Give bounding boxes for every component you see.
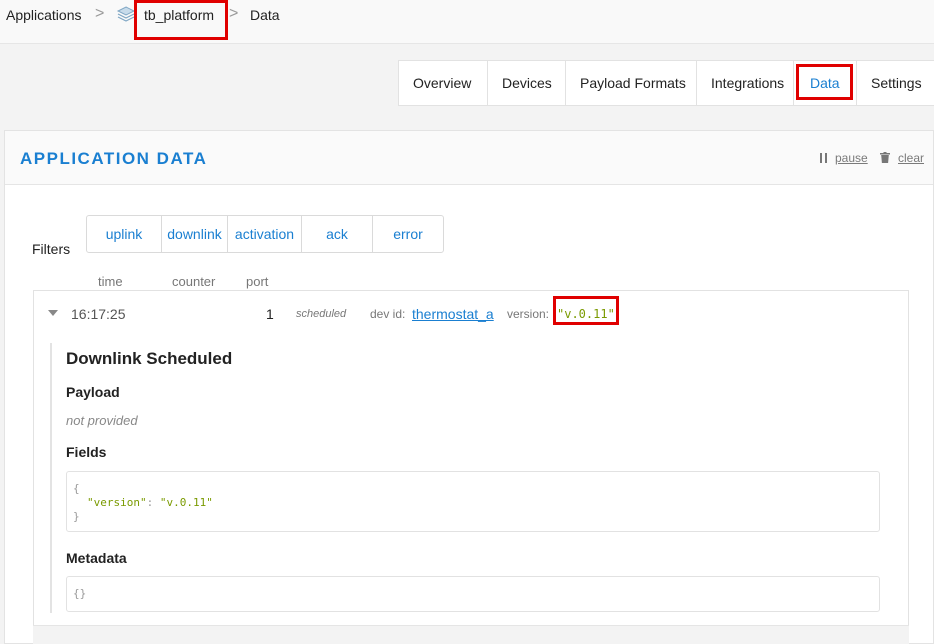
- tab-settings[interactable]: Settings: [857, 61, 934, 105]
- clear-button[interactable]: clear: [898, 151, 924, 165]
- breadcrumb-app-id[interactable]: tb_platform: [144, 7, 214, 23]
- app-tabs: Overview Devices Payload Formats Integra…: [398, 60, 934, 106]
- panel-header: APPLICATION DATA pause clear: [5, 131, 933, 185]
- panel-title: APPLICATION DATA: [20, 149, 208, 168]
- breadcrumb-current: Data: [250, 7, 280, 23]
- filter-ack[interactable]: ack: [302, 216, 373, 252]
- column-port: port: [246, 274, 269, 289]
- entry-time: 16:17:25: [71, 306, 126, 322]
- breadcrumb: Applications > tb_platform > Data: [0, 0, 934, 44]
- column-time: time: [98, 274, 123, 289]
- pause-button[interactable]: pause: [835, 151, 868, 165]
- payload-value: not provided: [66, 413, 138, 428]
- stack-icon: [116, 6, 136, 22]
- payload-heading: Payload: [66, 384, 120, 400]
- entry-port: 1: [266, 306, 274, 322]
- json-colon: :: [146, 496, 154, 509]
- tab-devices[interactable]: Devices: [488, 61, 566, 105]
- json-close-brace: }: [73, 510, 80, 523]
- fields-heading: Fields: [66, 444, 107, 460]
- filter-group: uplink downlink activation ack error: [86, 215, 444, 253]
- filters-label: Filters: [32, 241, 71, 257]
- tab-payload-formats[interactable]: Payload Formats: [566, 61, 697, 105]
- json-key: "version": [87, 496, 147, 509]
- chevron-right-icon: >: [229, 5, 239, 22]
- tab-overview[interactable]: Overview: [399, 61, 488, 105]
- data-entry: 16:17:25 1 scheduled dev id: thermostat_…: [33, 290, 909, 644]
- caret-down-icon[interactable]: [48, 310, 58, 316]
- chevron-right-icon: >: [95, 5, 105, 22]
- entry-detail: Downlink Scheduled Payload not provided …: [50, 343, 890, 613]
- pause-icon[interactable]: [820, 153, 828, 163]
- filter-downlink[interactable]: downlink: [162, 216, 228, 252]
- json-value: "v.0.11": [159, 496, 213, 509]
- version-value: "v.0.11": [557, 307, 615, 321]
- fields-json: { "version": "v.0.11" }: [66, 471, 880, 532]
- dev-id-label: dev id:: [370, 307, 406, 321]
- tab-data[interactable]: Data: [794, 61, 857, 105]
- tab-integrations[interactable]: Integrations: [697, 61, 794, 105]
- breadcrumb-applications[interactable]: Applications: [6, 7, 82, 23]
- filter-activation[interactable]: activation: [228, 216, 302, 252]
- metadata-json: {}: [66, 576, 880, 612]
- entry-type: scheduled: [296, 308, 347, 320]
- version-label: version:: [507, 307, 550, 321]
- trash-icon[interactable]: [880, 152, 890, 163]
- entry-footer: [33, 625, 909, 644]
- application-data-panel: APPLICATION DATA pause clear Filters upl…: [4, 130, 934, 644]
- filter-uplink[interactable]: uplink: [87, 216, 162, 252]
- detail-title: Downlink Scheduled: [66, 349, 233, 368]
- filter-error[interactable]: error: [373, 216, 443, 252]
- metadata-heading: Metadata: [66, 550, 127, 566]
- dev-id-link[interactable]: thermostat_a: [412, 306, 494, 322]
- column-counter: counter: [172, 274, 216, 289]
- json-open-brace: {: [73, 482, 80, 495]
